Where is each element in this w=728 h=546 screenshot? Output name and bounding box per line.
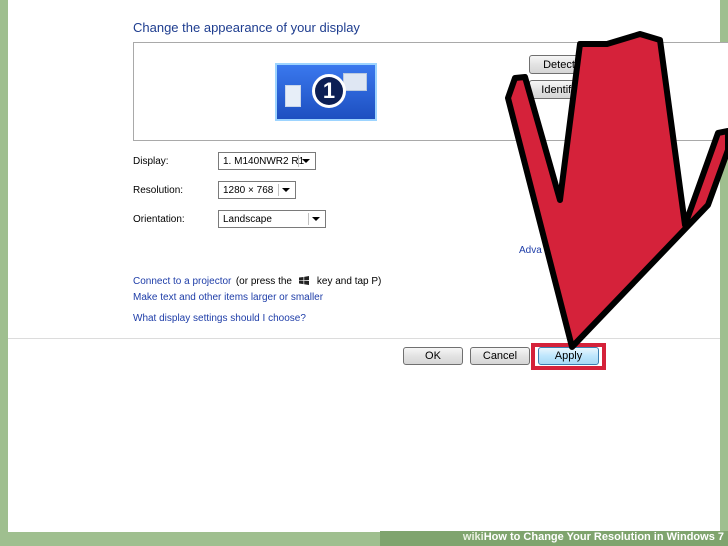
brand-wiki: wiki <box>462 531 484 543</box>
footer-title: to Change Your Resolution in Windows 7 <box>506 531 724 543</box>
pointer-arrow-icon <box>505 31 728 350</box>
footer-banner: wikiHow to Change Your Resolution in Win… <box>380 531 728 546</box>
footer-caption: wikiHow to Change Your Resolution in Win… <box>463 531 724 543</box>
brand-how: How <box>483 531 507 543</box>
